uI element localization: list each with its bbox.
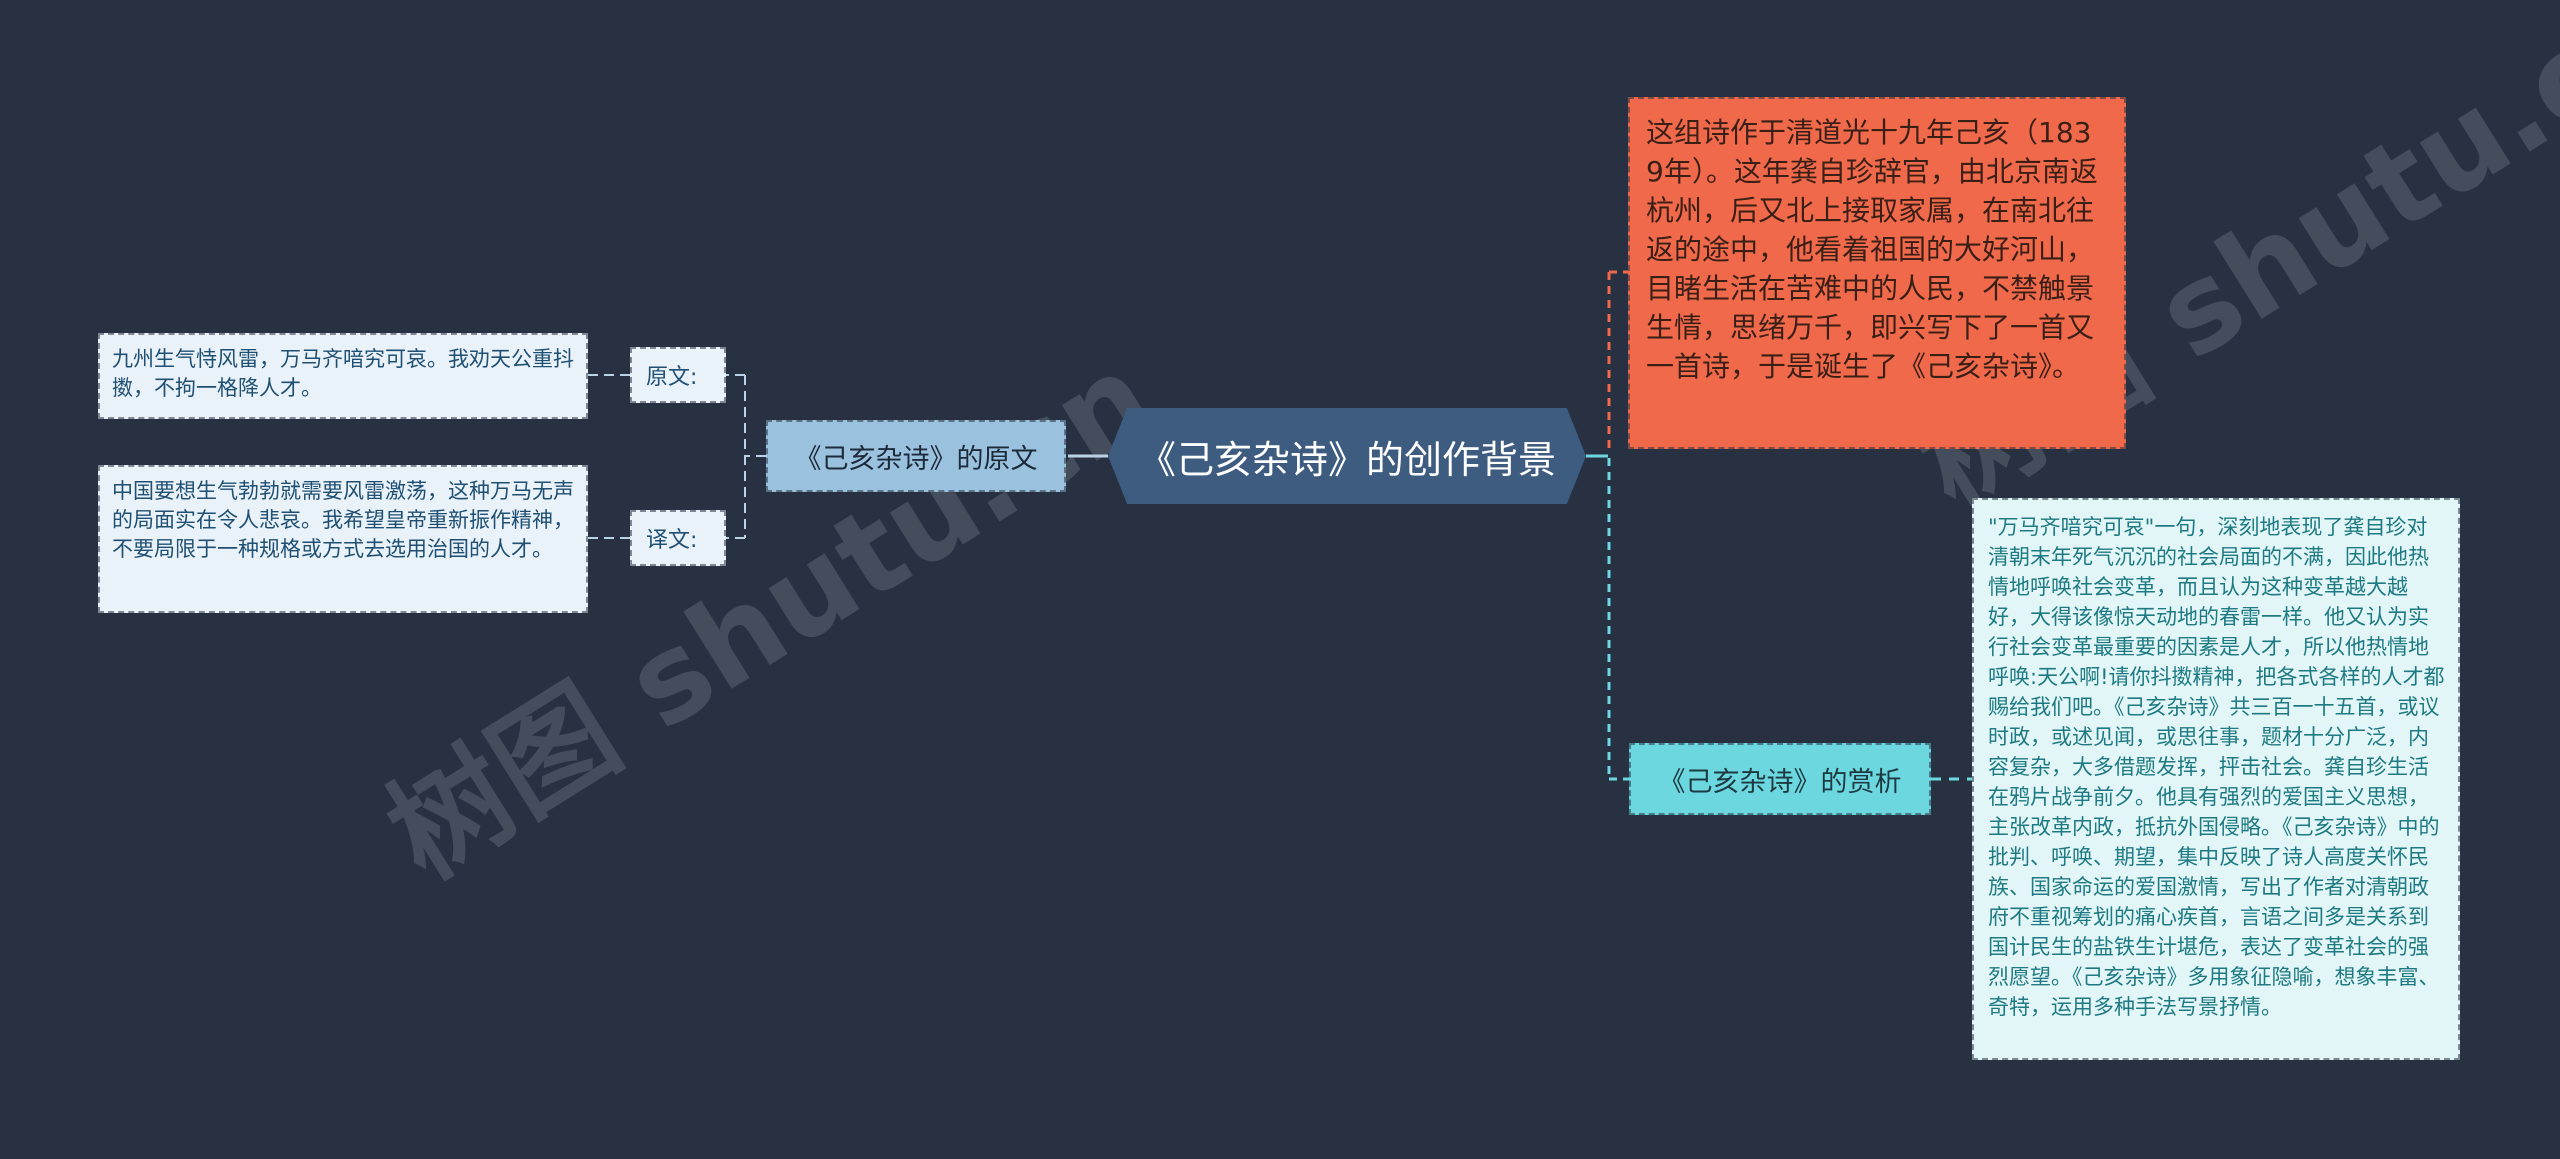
subnode-yuanwen[interactable]: 原文: bbox=[630, 347, 726, 403]
leaf-text: 中国要想生气勃勃就需要风雷激荡，这种万马无声的局面实在令人悲哀。我希望皇帝重新振… bbox=[112, 479, 574, 561]
leaf-node-yuanwen[interactable]: 九州生气恃风雷，万马齐喑究可哀。我劝天公重抖擞，不拘一格降人才。 bbox=[98, 333, 588, 419]
subnode-label: 译文: bbox=[646, 528, 698, 553]
background-text: 这组诗作于清道光十九年己亥（1839年）。这年龚自珍辞官，由北京南返杭州，后又北… bbox=[1646, 116, 2098, 383]
branch-node-original-text[interactable]: 《己亥杂诗》的原文 bbox=[766, 420, 1066, 492]
leaf-node-appreciation[interactable]: "万马齐喑究可哀"一句，深刻地表现了龚自珍对清朝末年死气沉沉的社会局面的不满，因… bbox=[1972, 498, 2460, 1060]
root-node-label: 《己亥杂诗》的创作背景 bbox=[1137, 437, 1556, 482]
subnode-yiwen[interactable]: 译文: bbox=[630, 510, 726, 566]
mindmap-canvas: 树图 shutu.cn 树图 shutu.cn 《己亥杂诗》的创作背景 《己亥杂… bbox=[0, 0, 2560, 1159]
subnode-label: 原文: bbox=[646, 365, 698, 390]
branch-node-background[interactable]: 这组诗作于清道光十九年己亥（1839年）。这年龚自珍辞官，由北京南返杭州，后又北… bbox=[1628, 97, 2126, 449]
leaf-text: 九州生气恃风雷，万马齐喑究可哀。我劝天公重抖擞，不拘一格降人才。 bbox=[112, 347, 574, 400]
branch-node-appreciation[interactable]: 《己亥杂诗》的赏析 bbox=[1629, 743, 1931, 815]
root-node[interactable]: 《己亥杂诗》的创作背景 bbox=[1108, 408, 1586, 504]
leaf-node-yiwen[interactable]: 中国要想生气勃勃就需要风雷激荡，这种万马无声的局面实在令人悲哀。我希望皇帝重新振… bbox=[98, 465, 588, 613]
appreciation-text: "万马齐喑究可哀"一句，深刻地表现了龚自珍对清朝末年死气沉沉的社会局面的不满，因… bbox=[1988, 515, 2445, 1019]
branch-node-label: 《己亥杂诗》的原文 bbox=[794, 443, 1038, 475]
branch-node-label: 《己亥杂诗》的赏析 bbox=[1658, 766, 1902, 798]
